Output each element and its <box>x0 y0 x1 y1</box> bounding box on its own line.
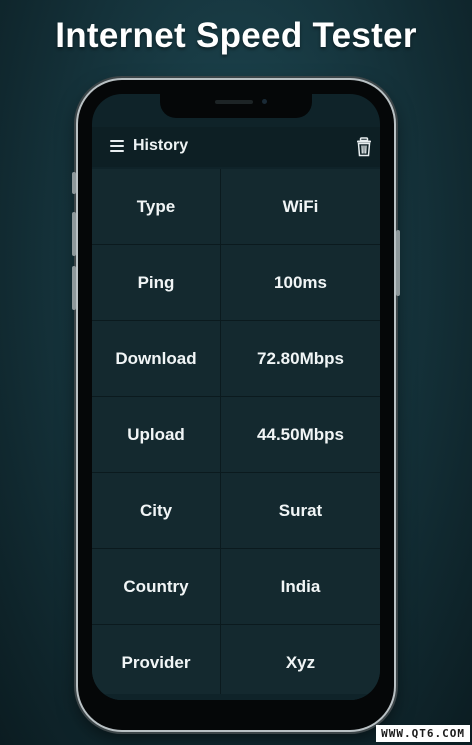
table-row-provider: Provider Xyz <box>92 625 380 700</box>
row-value: 72.80Mbps <box>221 321 380 396</box>
row-label: Ping <box>92 245 221 320</box>
volume-up-button <box>72 212 76 256</box>
promo-title: Internet Speed Tester <box>55 16 417 55</box>
row-value: WiFi <box>221 169 380 244</box>
app-bar: History <box>92 127 380 167</box>
phone-frame: History Type WiFi Ping 100ms Download 72… <box>72 80 400 730</box>
table-row-ping: Ping 100ms <box>92 245 380 321</box>
row-value: Xyz <box>221 625 380 700</box>
table-row-city: City Surat <box>92 473 380 549</box>
trash-icon[interactable] <box>356 137 372 157</box>
speaker <box>215 100 253 104</box>
row-label: Upload <box>92 397 221 472</box>
row-value: 100ms <box>221 245 380 320</box>
power-button <box>396 230 400 296</box>
row-label: Provider <box>92 625 221 700</box>
row-value: Surat <box>221 473 380 548</box>
camera <box>262 99 267 104</box>
row-label: Country <box>92 549 221 624</box>
table-row-download: Download 72.80Mbps <box>92 321 380 397</box>
row-label: City <box>92 473 221 548</box>
history-table: Type WiFi Ping 100ms Download 72.80Mbps … <box>92 169 380 700</box>
watermark: WWW.QT6.COM <box>376 725 470 742</box>
row-value: 44.50Mbps <box>221 397 380 472</box>
screen-bottom <box>92 694 380 700</box>
table-row-type: Type WiFi <box>92 169 380 245</box>
table-row-country: Country India <box>92 549 380 625</box>
row-label: Type <box>92 169 221 244</box>
row-label: Download <box>92 321 221 396</box>
mute-switch <box>72 172 76 194</box>
hamburger-menu-icon[interactable] <box>110 140 124 152</box>
row-value: India <box>221 549 380 624</box>
app-bar-title: History <box>133 137 189 154</box>
table-row-upload: Upload 44.50Mbps <box>92 397 380 473</box>
phone-screen: History Type WiFi Ping 100ms Download 72… <box>92 94 380 700</box>
volume-down-button <box>72 266 76 310</box>
notch <box>160 94 312 118</box>
